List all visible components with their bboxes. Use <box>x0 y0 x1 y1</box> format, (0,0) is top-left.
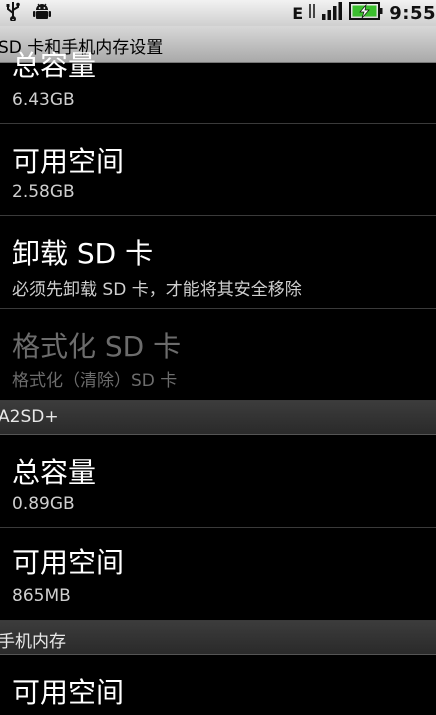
data-activity-icon <box>309 2 315 24</box>
phone-available-space-item: 可用空间 <box>0 655 436 715</box>
usb-icon <box>6 1 20 25</box>
unmount-sd-item[interactable]: 卸载 SD 卡 必须先卸载 SD 卡，才能将其安全移除 <box>0 216 436 309</box>
unmount-sd-summary: 必须先卸载 SD 卡，才能将其安全移除 <box>12 280 302 300</box>
status-bar: E 9:55 <box>0 0 436 26</box>
phone-available-space-label: 可用空间 <box>12 676 125 709</box>
clock: 9:55 <box>389 2 436 24</box>
status-bar-left <box>6 2 52 24</box>
format-sd-item: 格式化 SD 卡 格式化（清除）SD 卡 <box>0 309 436 401</box>
a2sd-total-capacity-value: 0.89GB <box>12 494 75 514</box>
sd-total-capacity-value: 6.43GB <box>12 90 75 110</box>
sd-available-space-label: 可用空间 <box>12 145 125 178</box>
section-header-phone-storage-label: 手机内存 <box>0 632 66 652</box>
section-header-phone-storage: 手机内存 <box>0 621 436 655</box>
settings-list: 总容量 6.43GB 可用空间 2.58GB 卸载 SD 卡 必须先卸载 SD … <box>0 49 436 715</box>
a2sd-available-space-value: 865MB <box>12 586 71 606</box>
status-bar-right: E 9:55 <box>292 1 436 25</box>
sd-available-space-item: 可用空间 2.58GB <box>0 124 436 216</box>
signal-icon <box>321 1 343 25</box>
a2sd-available-space-item: 可用空间 865MB <box>0 528 436 621</box>
sd-total-capacity-label: 总容量 <box>12 49 97 82</box>
a2sd-total-capacity-label: 总容量 <box>12 456 97 489</box>
format-sd-summary: 格式化（清除）SD 卡 <box>12 371 178 391</box>
section-header-a2sd-label: A2SD+ <box>0 407 59 427</box>
unmount-sd-label: 卸载 SD 卡 <box>12 237 154 270</box>
format-sd-label: 格式化 SD 卡 <box>12 330 182 363</box>
battery-charging-icon <box>349 1 383 25</box>
sd-total-capacity-item: 总容量 6.43GB <box>0 49 436 124</box>
a2sd-available-space-label: 可用空间 <box>12 546 125 579</box>
section-header-a2sd: A2SD+ <box>0 401 436 435</box>
android-debug-icon <box>32 1 52 25</box>
sd-available-space-value: 2.58GB <box>12 182 75 202</box>
a2sd-total-capacity-item: 总容量 0.89GB <box>0 435 436 528</box>
network-type-indicator: E <box>292 3 304 23</box>
